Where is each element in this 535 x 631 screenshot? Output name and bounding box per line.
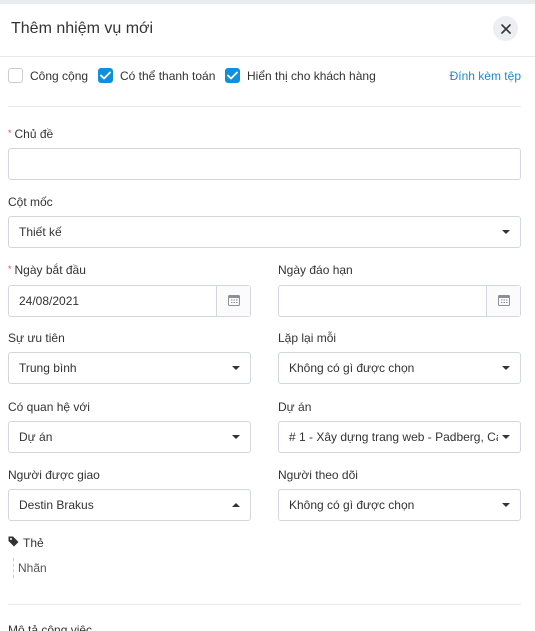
repeat-value: Không có gì được chọn [289, 361, 415, 375]
billable-checkbox[interactable]: Có thể thanh toán [98, 68, 215, 83]
milestone-label: Cột mốc [8, 195, 53, 209]
calendar-button[interactable] [216, 286, 250, 316]
visible-to-client-label: Hiển thị cho khách hàng [247, 68, 376, 83]
chevron-down-icon [232, 435, 240, 439]
priority-value: Trung bình [19, 361, 77, 375]
milestone-value: Thiết kế [19, 225, 62, 239]
required-marker: * [8, 128, 12, 138]
chevron-down-icon [502, 435, 510, 439]
assignee-value: Destin Brakus [19, 498, 94, 512]
tag-icon [8, 536, 19, 550]
visible-to-client-checkbox[interactable]: Hiển thị cho khách hàng [225, 68, 376, 83]
project-label: Dự án [278, 400, 312, 414]
options-row: Công cộng Có thể thanh toán Hiển thị cho… [8, 68, 527, 86]
dialog-title: Thêm nhiệm vụ mới [11, 20, 154, 37]
calendar-icon [227, 294, 240, 309]
calendar-icon [497, 294, 510, 309]
public-label: Công cộng [30, 68, 89, 83]
divider [8, 106, 521, 107]
repeat-select[interactable]: Không có gì được chọn [278, 352, 521, 384]
assignee-label: Người được giao [8, 468, 100, 482]
attach-file-link[interactable]: Đính kèm tệp [450, 69, 521, 83]
project-select[interactable]: # 1 - Xây dựng trang web - Padberg, Carr… [278, 421, 521, 453]
public-checkbox[interactable]: Công cộng [8, 68, 88, 83]
subject-input[interactable] [8, 148, 521, 180]
close-button[interactable] [493, 16, 518, 41]
due-date-input[interactable] [278, 285, 521, 317]
checkbox-box[interactable] [8, 68, 23, 83]
checkbox-box-checked[interactable] [225, 68, 240, 83]
tags-label: Thẻ [23, 536, 44, 550]
assignee-select[interactable]: Destin Brakus [8, 489, 251, 521]
related-to-select[interactable]: Dự án [8, 421, 251, 453]
chevron-down-icon [502, 230, 510, 234]
priority-select[interactable]: Trung bình [8, 352, 251, 384]
project-value: # 1 - Xây dựng trang web - Padberg, Carr… [289, 430, 498, 444]
billable-label: Có thể thanh toán [120, 68, 216, 83]
description-label: Mô tả công việc [8, 623, 93, 631]
check-icon [100, 69, 111, 83]
dialog-header: Thêm nhiệm vụ mới [0, 4, 535, 57]
follower-label: Người theo dõi [278, 468, 358, 482]
priority-label: Sự ưu tiên [8, 331, 65, 345]
related-to-value: Dự án [19, 430, 53, 444]
related-to-label: Có quan hệ với [8, 400, 90, 414]
start-date-input[interactable]: 24/08/2021 [8, 285, 251, 317]
calendar-button[interactable] [486, 286, 520, 316]
due-date-label: Ngày đáo hạn [278, 263, 353, 277]
checkbox-box-checked[interactable] [98, 68, 113, 83]
check-icon [227, 69, 238, 83]
new-task-dialog: Thêm nhiệm vụ mới Công cộng Có thể thanh… [0, 4, 535, 631]
tags-label-row: Thẻ [8, 536, 44, 550]
chevron-down-icon [502, 503, 510, 507]
close-icon [500, 23, 511, 34]
follower-value: Không có gì được chọn [289, 498, 415, 512]
divider [8, 604, 521, 605]
chevron-up-icon [232, 503, 240, 507]
follower-select[interactable]: Không có gì được chọn [278, 489, 521, 521]
chevron-down-icon [232, 366, 240, 370]
chevron-down-icon [502, 366, 510, 370]
required-marker: * [8, 264, 12, 274]
repeat-label: Lặp lại mỗi [278, 331, 337, 345]
milestone-select[interactable]: Thiết kế [8, 216, 521, 248]
start-date-label: * Ngày bắt đầu [8, 263, 86, 277]
tags-input[interactable]: Nhãn [13, 558, 47, 578]
subject-label: * Chủ đề [8, 127, 54, 141]
